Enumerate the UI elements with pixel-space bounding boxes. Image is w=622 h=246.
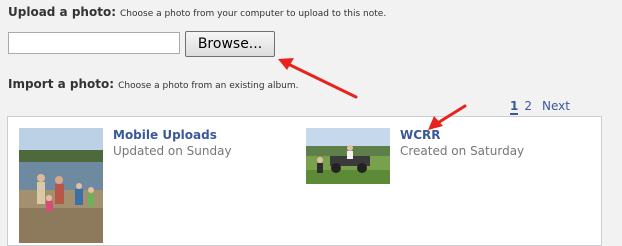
upload-label: Upload a photo: Choose a photo from your … (8, 5, 386, 19)
pagination: 1 2 Next (510, 99, 570, 115)
import-title: Import a photo: (8, 77, 115, 91)
next-page-link[interactable]: Next (542, 99, 570, 115)
file-path-input[interactable] (8, 32, 180, 54)
album-subtitle: Created on Saturday (400, 144, 525, 158)
upload-hint: Choose a photo from your computer to upl… (120, 9, 387, 19)
arrow-to-browse-head (278, 58, 294, 70)
album-subtitle: Updated on Sunday (113, 144, 232, 158)
browse-button[interactable]: Browse... (185, 31, 275, 57)
upload-title: Upload a photo: (8, 5, 116, 19)
page-1-link[interactable]: 1 (510, 99, 519, 115)
page-2-link[interactable]: 2 (524, 99, 532, 115)
import-hint: Choose a photo from an existing album. (118, 81, 299, 91)
field-photo-icon[interactable] (306, 128, 390, 184)
album-title-wcrr[interactable]: WCRR (400, 128, 441, 142)
import-label: Import a photo: Choose a photo from an ex… (8, 77, 299, 91)
album-list: Mobile Uploads Updated on Sunday WCRR Cr… (7, 116, 602, 246)
beach-photo-icon[interactable] (19, 128, 103, 243)
album-title-mobile-uploads[interactable]: Mobile Uploads (113, 128, 217, 142)
